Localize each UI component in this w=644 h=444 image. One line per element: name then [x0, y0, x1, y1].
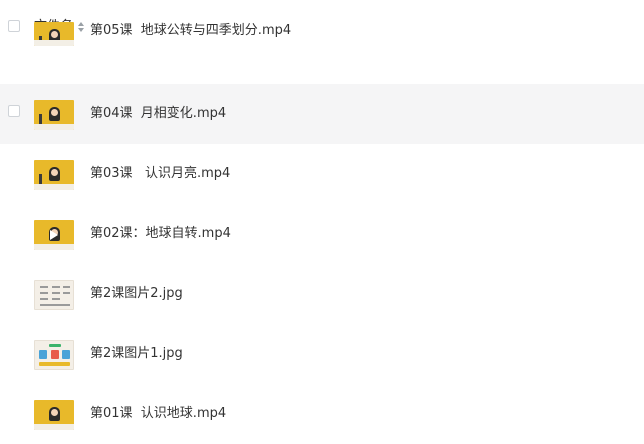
file-name[interactable]: 第02课：地球自转.mp4: [90, 225, 231, 243]
file-row[interactable]: 第2课图片1.jpg: [0, 324, 644, 384]
file-name[interactable]: 第03课 认识月亮.mp4: [90, 165, 230, 183]
file-name[interactable]: 第2课图片1.jpg: [90, 345, 183, 363]
file-row[interactable]: 第01课 认识地球.mp4: [0, 384, 644, 444]
file-row[interactable]: 第03课 认识月亮.mp4: [0, 144, 644, 204]
file-list: 第05课 地球公转与四季划分.mp4 第04课 月相变化.mp4 第03课 认识…: [0, 22, 644, 444]
image-thumbnail[interactable]: [34, 340, 74, 370]
file-name[interactable]: 第05课 地球公转与四季划分.mp4: [90, 22, 291, 40]
video-thumbnail[interactable]: [34, 160, 74, 190]
row-checkbox[interactable]: [8, 105, 20, 117]
file-row[interactable]: 第2课图片2.jpg: [0, 264, 644, 324]
video-thumbnail[interactable]: [34, 22, 74, 46]
file-row[interactable]: 第02课：地球自转.mp4: [0, 204, 644, 264]
video-thumbnail[interactable]: [34, 400, 74, 430]
file-name[interactable]: 第04课 月相变化.mp4: [90, 105, 226, 123]
file-name[interactable]: 第2课图片2.jpg: [90, 285, 183, 303]
file-row[interactable]: 第05课 地球公转与四季划分.mp4: [0, 22, 644, 84]
play-icon: [50, 230, 58, 240]
video-thumbnail[interactable]: [34, 100, 74, 130]
image-thumbnail[interactable]: [34, 280, 74, 310]
file-row[interactable]: 第04课 月相变化.mp4: [0, 84, 644, 144]
file-name[interactable]: 第01课 认识地球.mp4: [90, 405, 226, 423]
video-thumbnail[interactable]: [34, 220, 74, 250]
